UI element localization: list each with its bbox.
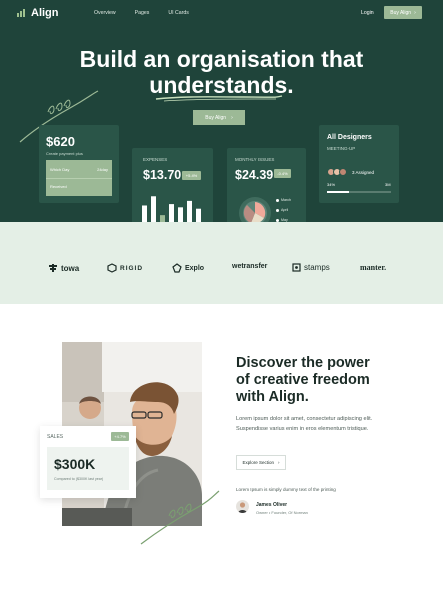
payment-card: $620 Create payment plus Which Day 24day… [39, 125, 119, 203]
legend-dot-icon [276, 208, 279, 212]
progress-bar [327, 191, 391, 193]
logo-towa: towa [48, 263, 79, 273]
expenses-badge: +5.4% [182, 171, 201, 180]
logo-stamps: stamps [292, 263, 330, 272]
payment-table: Which Day 24day Received [46, 160, 112, 196]
logo-label: RIGID [120, 264, 144, 272]
logo-rigid: RIGID [107, 263, 143, 273]
sales-card: SALES +4.7% $300K Compared to ($300K las… [40, 426, 136, 498]
expenses-title: EXPENSES [143, 157, 168, 162]
monthly-badge: -0.4% [274, 169, 291, 178]
payment-row-name: Which Day [50, 167, 70, 172]
payment-row: Received [50, 184, 108, 189]
legend-dot-icon [276, 198, 279, 202]
author-avatar [236, 500, 249, 513]
stamps-logo-icon [292, 263, 301, 272]
hero-buy-button[interactable]: Buy Align › [193, 110, 245, 125]
sales-amount: $300K [54, 456, 96, 472]
assigned-count: 3 Assigned [352, 170, 375, 175]
progress-days: 3M [385, 182, 391, 187]
chevron-right-icon: › [231, 114, 233, 121]
logo-label: Explo [185, 264, 205, 272]
sales-badge: +4.7% [111, 432, 129, 441]
nav-link-pages[interactable]: Pages [135, 10, 150, 16]
discover-heading: Discover the power of creative freedom w… [236, 355, 370, 405]
logo-explo: Explo [172, 263, 204, 273]
rigid-logo-icon [107, 263, 117, 273]
discover-note: Lorem Ipsum is simply dummy text of the … [236, 487, 336, 492]
avatar [339, 168, 347, 176]
payment-divider [46, 178, 112, 179]
monthly-title: MONTHLY ISSUES [235, 157, 275, 162]
logo-manter: manter. [360, 263, 386, 272]
payment-amount: $620 [46, 134, 75, 149]
legend-label: March [281, 198, 291, 202]
payment-label: Create payment plus [46, 151, 83, 156]
progress-percent: 34% [327, 182, 336, 187]
payment-row-value: 24day [97, 167, 108, 172]
logo-wetransfer: wetransfer [232, 263, 267, 270]
logo-label: towa [61, 263, 80, 273]
logo-label: manter. [360, 263, 387, 272]
landing-page: { "nav": { "logo": "Align", "links": ["O… [0, 0, 443, 590]
designers-title: All Designers [327, 134, 372, 141]
expenses-amount: $13.70 [143, 168, 182, 182]
sales-title: SALES [47, 434, 64, 440]
explore-section-button[interactable]: Explore Section › [236, 455, 286, 470]
author-role: Owner • Founder, Of Norman [256, 510, 308, 515]
scribble-decoration [140, 490, 220, 545]
logo-bars-icon [17, 9, 27, 17]
designers-subtitle: MEETING-UP [327, 146, 356, 151]
logo-label: wetransfer [232, 263, 268, 270]
chevron-right-icon: › [414, 9, 416, 16]
nav-link-ui-cards[interactable]: UI Cards [168, 10, 188, 16]
nav-buy-label: Buy Align [390, 9, 412, 16]
monthly-amount: $24.39 [235, 168, 274, 182]
headline-line-1: Build an organisation that [79, 46, 364, 72]
progress-bar-fill [327, 191, 349, 193]
nav-logo[interactable]: Align [17, 7, 59, 19]
logo-text: Align [31, 7, 59, 19]
chevron-right-icon: › [278, 460, 280, 465]
payment-row-name: Received [50, 184, 67, 189]
nav-buy-button[interactable]: Buy Align › [384, 6, 422, 19]
author-name: James Oliver [256, 502, 288, 508]
login-link[interactable]: Login [361, 10, 374, 16]
headline-underline-swash [155, 95, 283, 102]
legend-item: April [276, 208, 288, 212]
explo-logo-icon [172, 263, 182, 273]
payment-row: Which Day 24day [50, 167, 108, 172]
hero-buy-label: Buy Align [205, 114, 227, 121]
explore-label: Explore Section [242, 460, 275, 465]
logo-label: stamps [304, 263, 330, 272]
nav-links: Overview Pages UI Cards [94, 10, 189, 16]
towa-logo-icon [49, 264, 57, 272]
nav-link-overview[interactable]: Overview [94, 10, 116, 16]
legend-label: April [281, 208, 289, 212]
sales-inner-panel: $300K Compared to ($300K last year) [47, 447, 129, 490]
avatar-group [327, 168, 347, 176]
sales-compare: Compared to ($300K last year) [54, 477, 104, 481]
discover-body: Lorem ipsum dolor sit amet, consectetur … [236, 416, 373, 432]
legend-item: March [276, 198, 291, 202]
designers-card: All Designers MEETING-UP 3 Assigned 34% … [319, 125, 399, 203]
